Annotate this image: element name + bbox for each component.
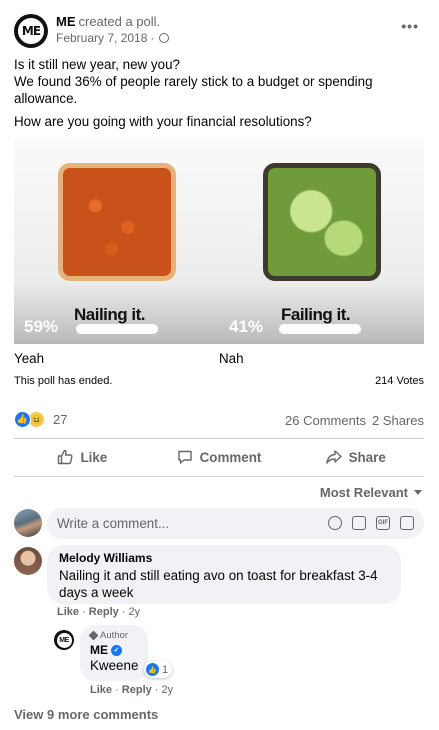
view-more-comments-link[interactable]: View 9 more comments (14, 707, 158, 722)
reply-text: Kweene (90, 658, 139, 673)
option-image-caption: Failing it. (281, 305, 351, 324)
reply-time[interactable]: 2y (162, 684, 174, 696)
caption-underline (76, 324, 158, 334)
like-reaction-icon: 👍 (146, 663, 159, 676)
like-button[interactable]: Like (14, 440, 151, 474)
reaction-summary[interactable]: 👍 😆 27 (14, 411, 67, 428)
reply-reply-link[interactable]: Reply (122, 684, 152, 696)
comments-count[interactable]: 26 Comments (285, 413, 366, 428)
post-date[interactable]: February 7, 2018 (56, 31, 147, 45)
comment-icon (177, 450, 192, 464)
comment-time[interactable]: 2y (129, 606, 141, 618)
option-label: Yeah (14, 351, 45, 366)
reply-bubble: Author ME ✓ Kweene (80, 625, 148, 681)
reply-avatar-logo-text: ME (59, 636, 69, 644)
post-header: ME created a poll. (56, 14, 160, 29)
comment-composer: GIF (47, 508, 424, 539)
baked-beans-toast-image (58, 163, 176, 281)
caption-underline (279, 324, 361, 334)
author-name[interactable]: ME (56, 14, 76, 29)
globe-icon (159, 33, 170, 43)
gif-icon[interactable]: GIF (376, 516, 390, 530)
post-text: Is it still new year, new you? We found … (14, 56, 424, 107)
engagement-stats: 26 Comments 2 Shares (285, 413, 424, 428)
like-label: Like (80, 449, 108, 465)
reaction-count: 27 (53, 412, 68, 427)
commenter-avatar[interactable] (14, 547, 42, 575)
divider (14, 476, 424, 477)
author-badge-label: Author (100, 630, 128, 641)
post-action: created a poll. (78, 14, 161, 29)
comment-button[interactable]: Comment (151, 440, 288, 474)
comment-meta: Like · Reply · 2y (57, 606, 141, 618)
commenter-name[interactable]: Melody Williams (59, 551, 389, 565)
reply-avatar[interactable]: ME (54, 630, 74, 650)
comment-text: Nailing it and still eating avo on toast… (59, 568, 378, 600)
shares-count[interactable]: 2 Shares (372, 413, 424, 428)
verified-badge-icon: ✓ (111, 644, 122, 656)
composer-icons: GIF (328, 516, 414, 530)
reply-like-link[interactable]: Like (90, 684, 112, 696)
reply-reaction-number: 1 (162, 663, 169, 676)
comment-label: Comment (199, 449, 262, 465)
poll-status: This poll has ended. (14, 375, 113, 387)
post-card: ME ME created a poll. February 7, 2018 · … (0, 0, 439, 730)
comment-input[interactable] (57, 508, 307, 539)
option-percent: 41% (229, 317, 264, 336)
poll-option-nah[interactable]: Failing it. 41% (219, 139, 424, 344)
avocado-toast-image (263, 163, 381, 281)
user-avatar[interactable] (14, 509, 42, 537)
share-icon (325, 450, 342, 464)
comment-like-link[interactable]: Like (57, 606, 79, 618)
reply-author: ME ✓ (90, 643, 138, 657)
poll-question: How are you going with your financial re… (14, 114, 312, 129)
option-percent: 59% (24, 317, 59, 336)
avatar-logo-text: ME (21, 24, 41, 38)
reply-meta: Like · Reply · 2y (90, 684, 174, 696)
thumbs-up-icon (58, 449, 73, 465)
post-text-line: We found 36% of people rarely stick to a… (14, 74, 373, 106)
divider (14, 438, 424, 439)
action-bar: Like Comment Share (14, 440, 424, 474)
share-label: Share (348, 449, 386, 465)
more-options-icon[interactable]: ••• (401, 18, 419, 34)
sticker-icon[interactable] (400, 516, 414, 530)
sort-label: Most Relevant (319, 485, 408, 500)
caret-down-icon (414, 490, 422, 495)
like-reaction-icon: 👍 (14, 411, 31, 428)
comment-reply-link[interactable]: Reply (89, 606, 119, 618)
vote-count[interactable]: 214 Votes (375, 375, 424, 387)
author-badge: Author (88, 630, 138, 641)
comment-bubble: Melody Williams Nailing it and still eat… (47, 545, 401, 604)
option-label: Nah (219, 351, 244, 366)
share-button[interactable]: Share (287, 440, 424, 474)
option-image-caption: Nailing it. (74, 305, 146, 324)
camera-icon[interactable] (352, 516, 366, 530)
reply-reaction-count[interactable]: 👍 1 (144, 661, 173, 678)
page-avatar[interactable]: ME (14, 14, 48, 48)
post-text-line: Is it still new year, new you? (14, 57, 180, 72)
emoji-icon[interactable] (328, 516, 342, 530)
reply-author-name[interactable]: ME (90, 643, 108, 657)
pen-icon (88, 630, 99, 641)
sort-comments-dropdown[interactable]: Most Relevant (320, 485, 422, 500)
post-meta: February 7, 2018 · (56, 31, 170, 45)
meta-separator: · (150, 31, 155, 45)
poll-option-yeah[interactable]: Nailing it. 59% (14, 139, 219, 344)
